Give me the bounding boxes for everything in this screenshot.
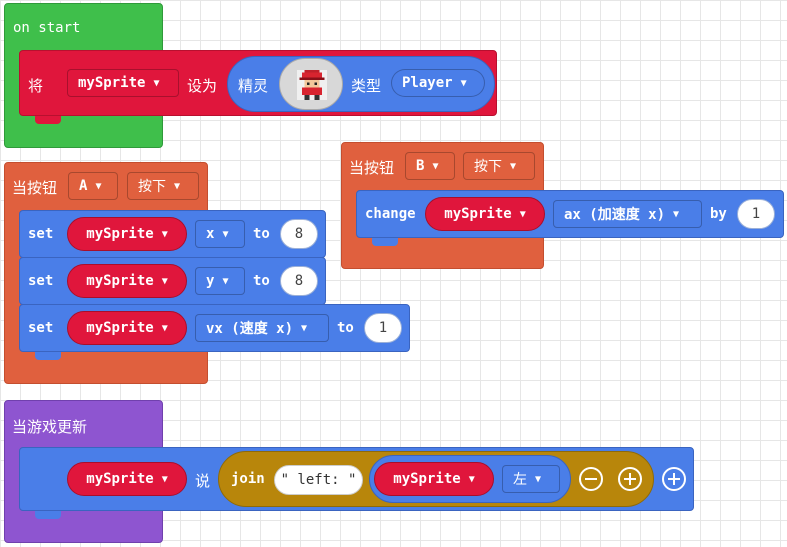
caret-down-icon: ▼: [673, 208, 680, 220]
event-b-dropdown[interactable]: 按下 ▼: [463, 152, 535, 180]
by-label: by: [710, 206, 727, 222]
property-dropdown[interactable]: ax (加速度 x) ▼: [553, 200, 702, 228]
property-dropdown[interactable]: x ▼: [195, 220, 245, 248]
caret-down-icon: ▼: [161, 228, 168, 240]
variable-name: mySprite: [86, 320, 154, 336]
property-dropdown[interactable]: y ▼: [195, 267, 245, 295]
on-button-a-label: 当按钮: [12, 179, 58, 197]
caret-down-icon: ▼: [510, 160, 517, 172]
number-input[interactable]: 8: [280, 219, 318, 249]
number-input[interactable]: 1: [364, 313, 402, 343]
button-b-dropdown[interactable]: B ▼: [405, 152, 455, 180]
to-label: to: [253, 226, 270, 242]
variable-name: mySprite: [444, 206, 512, 222]
variable-pill[interactable]: mySprite ▼: [67, 264, 187, 298]
to-label: to: [337, 320, 354, 336]
button-a-dropdown[interactable]: A ▼: [68, 172, 118, 200]
property-value: vx (速度 x): [206, 321, 294, 337]
variable-pill[interactable]: mySprite ▼: [67, 217, 187, 251]
property-value: ax (加速度 x): [564, 207, 666, 223]
sprite-image-picker[interactable]: [279, 58, 343, 110]
set-label: set: [28, 226, 54, 242]
kind-dropdown[interactable]: Player ▼: [391, 69, 485, 97]
caret-down-icon: ▼: [222, 228, 229, 240]
variable-name: mySprite: [78, 75, 146, 91]
on-start-label: on start: [13, 20, 81, 36]
set-label: set: [28, 273, 54, 289]
kind-label: 类型: [351, 77, 382, 95]
property-dropdown[interactable]: vx (速度 x) ▼: [195, 314, 329, 342]
on-button-b-label: 当按钮: [349, 159, 395, 177]
property-value: 左: [513, 472, 527, 488]
variable-pill[interactable]: mySprite ▼: [425, 197, 545, 231]
event-b-value: 按下: [474, 159, 502, 175]
caret-down-icon: ▼: [519, 208, 526, 220]
variable-pill[interactable]: mySprite ▼: [374, 462, 494, 496]
event-a-value: 按下: [138, 179, 166, 195]
caret-down-icon: ▼: [460, 77, 467, 89]
block-notch: [35, 511, 61, 519]
button-a-value: A: [79, 178, 88, 194]
on-game-update-label: 当游戏更新: [12, 418, 88, 436]
variable-name: mySprite: [86, 471, 154, 487]
variable-pill[interactable]: mySprite ▼: [67, 462, 187, 496]
to-label: to: [253, 273, 270, 289]
set-prefix-label: 将: [28, 77, 44, 95]
variable-dropdown[interactable]: mySprite ▼: [67, 69, 179, 97]
variable-pill[interactable]: mySprite ▼: [67, 311, 187, 345]
property-dropdown[interactable]: 左 ▼: [502, 465, 560, 493]
number-input[interactable]: 8: [280, 266, 318, 296]
text-input[interactable]: " left: ": [274, 465, 363, 495]
pixel-player-sprite-icon: [297, 70, 327, 100]
caret-down-icon: ▼: [161, 322, 168, 334]
block-notch: [372, 238, 398, 246]
caret-down-icon: ▼: [174, 180, 181, 192]
say-label: 说: [195, 472, 211, 490]
join-label: join: [231, 471, 265, 487]
sprite-label: 精灵: [238, 77, 269, 95]
button-b-value: B: [416, 158, 425, 174]
event-a-dropdown[interactable]: 按下 ▼: [127, 172, 199, 200]
set-to-label: 设为: [187, 77, 218, 95]
remove-item-icon[interactable]: [579, 467, 603, 491]
kind-value: Player: [402, 75, 453, 91]
caret-down-icon: ▼: [432, 160, 439, 172]
change-label: change: [365, 206, 416, 222]
caret-down-icon: ▼: [161, 473, 168, 485]
caret-down-icon: ▼: [153, 77, 160, 89]
caret-down-icon: ▼: [535, 473, 542, 485]
caret-down-icon: ▼: [222, 275, 229, 287]
variable-name: mySprite: [86, 273, 154, 289]
number-input[interactable]: 1: [737, 199, 775, 229]
block-notch: [35, 352, 61, 360]
property-value: y: [206, 273, 215, 289]
caret-down-icon: ▼: [468, 473, 475, 485]
property-value: x: [206, 226, 215, 242]
block-notch: [35, 116, 61, 124]
add-argument-icon[interactable]: [662, 467, 686, 491]
caret-down-icon: ▼: [161, 275, 168, 287]
variable-name: mySprite: [86, 226, 154, 242]
set-label: set: [28, 320, 54, 336]
add-item-icon[interactable]: [618, 467, 642, 491]
caret-down-icon: ▼: [95, 180, 102, 192]
caret-down-icon: ▼: [301, 322, 308, 334]
variable-name: mySprite: [393, 471, 461, 487]
